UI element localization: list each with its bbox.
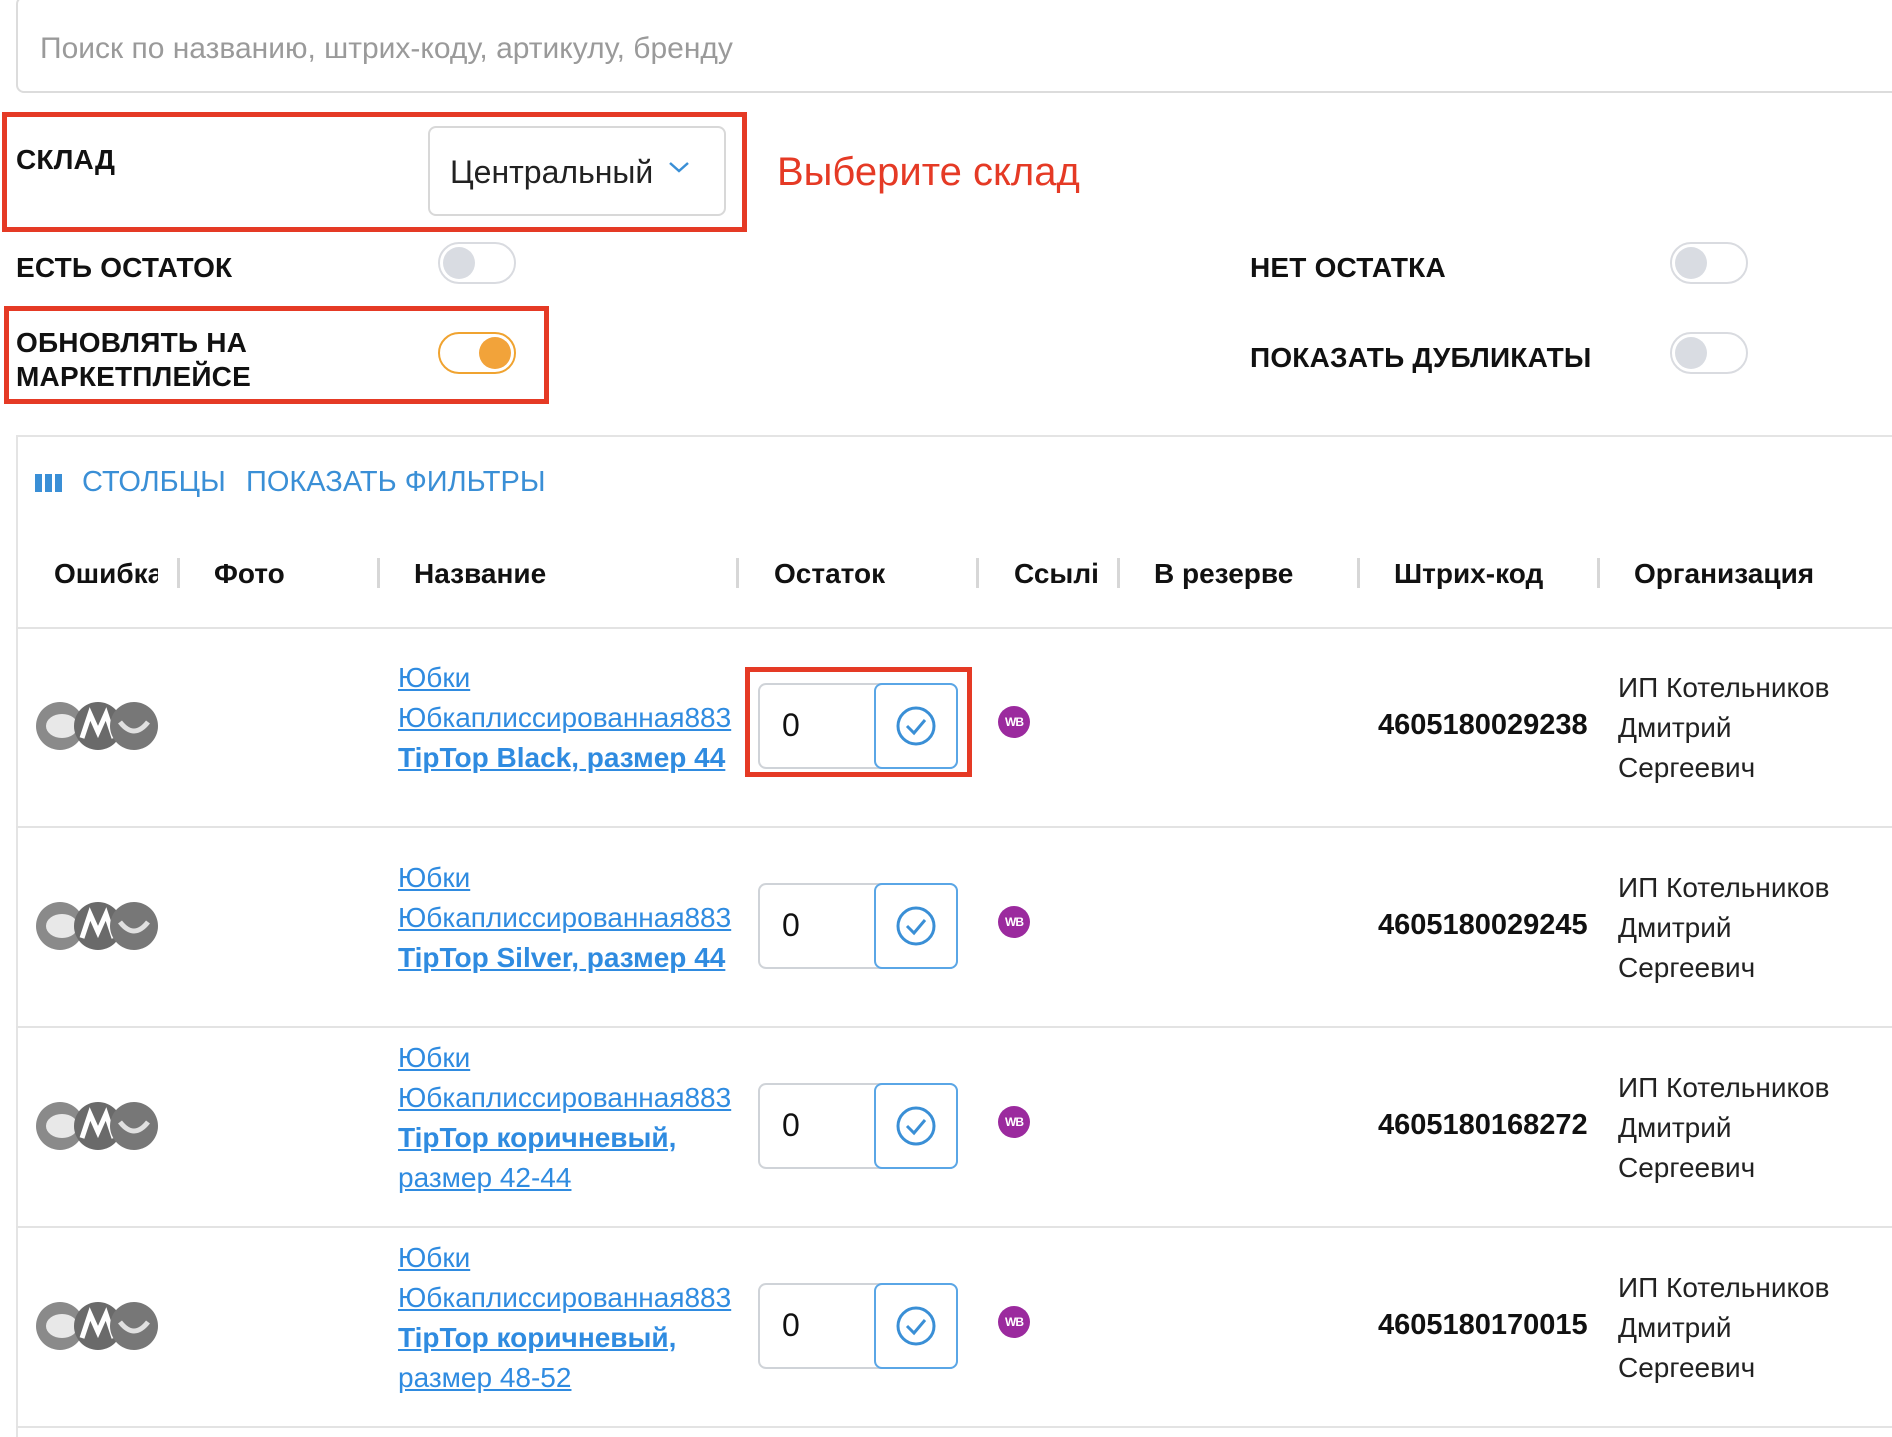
in-stock-toggle[interactable] (438, 242, 516, 284)
show-filters-button[interactable]: ПОКАЗАТЬ ФИЛЬТРЫ (246, 466, 546, 499)
stock-confirm-button[interactable] (874, 1283, 958, 1369)
product-size: размер 42-44 (398, 1162, 572, 1193)
organization-value: ИП Котельников Дмитрий Сергеевич (1618, 1268, 1888, 1388)
update-marketplace-label-line2: МАРКЕТПЛЕЙСЕ (16, 361, 251, 392)
column-divider[interactable] (1597, 558, 1600, 588)
update-marketplace-label: ОБНОВЛЯТЬ НА МАРКЕТПЛЕЙСЕ (16, 326, 251, 394)
error-status-icon (36, 902, 158, 950)
error-status-icon (36, 702, 158, 750)
organization-line: Дмитрий (1618, 1312, 1732, 1343)
column-divider[interactable] (1357, 558, 1360, 588)
show-duplicates-toggle[interactable] (1670, 332, 1748, 374)
organization-line: Дмитрий (1618, 712, 1732, 743)
stock-input[interactable]: 0 (758, 1283, 958, 1369)
organization-line: Дмитрий (1618, 912, 1732, 943)
column-divider[interactable] (736, 558, 739, 588)
stock-input[interactable]: 0 (758, 883, 958, 969)
stock-value: 0 (782, 1307, 800, 1343)
product-name-link[interactable]: Юбки Юбкаплиссированная883 TipTop коричн… (398, 1238, 738, 1398)
column-header-error[interactable]: Ошибка (54, 558, 158, 590)
wildberries-link-icon[interactable]: WB (998, 1106, 1030, 1138)
warehouse-label: СКЛАД (16, 144, 116, 175)
toggle-knob (1675, 337, 1707, 369)
organization-value: ИП Котельников Дмитрий Сергеевич (1618, 868, 1888, 988)
barcode-value: 4605180029238 (1378, 709, 1588, 741)
wildberries-link-icon[interactable]: WB (998, 1306, 1030, 1338)
no-stock-toggle[interactable] (1670, 242, 1748, 284)
toggle-knob (479, 337, 511, 369)
toggle-knob (443, 247, 475, 279)
column-header-photo[interactable]: Фото (214, 558, 285, 590)
organization-line: ИП Котельников (1618, 1072, 1830, 1103)
product-category: Юбки (398, 862, 471, 893)
organization-line: ИП Котельников (1618, 872, 1830, 903)
product-name-link[interactable]: Юбки Юбкаплиссированная883 TipTop Black,… (398, 658, 738, 778)
organization-line: Сергеевич (1618, 952, 1756, 983)
organization-value: ИП Котельников Дмитрий Сергеевич (1618, 1068, 1888, 1188)
product-category: Юбки (398, 1242, 471, 1273)
product-variant: TipTop Black, размер 44 (398, 742, 726, 773)
product-name-link[interactable]: Юбки Юбкаплиссированная883 TipTop коричн… (398, 1038, 738, 1198)
organization-line: ИП Котельников (1618, 672, 1830, 703)
update-marketplace-label-line1: ОБНОВЛЯТЬ НА (16, 327, 248, 358)
product-title: Юбкаплиссированная883 (398, 1082, 732, 1113)
column-header-name[interactable]: Название (414, 558, 546, 590)
check-circle-icon (896, 1306, 936, 1346)
column-header-barcode[interactable]: Штрих-код (1394, 558, 1543, 590)
organization-line: Дмитрий (1618, 1112, 1732, 1143)
organization-value: ИП Котельников Дмитрий Сергеевич (1618, 668, 1888, 788)
row-divider (16, 1426, 1892, 1428)
column-divider[interactable] (976, 558, 979, 588)
in-stock-label: ЕСТЬ ОСТАТОК (16, 252, 233, 283)
stock-confirm-button[interactable] (874, 1083, 958, 1169)
chevron-down-icon (669, 162, 689, 173)
search-placeholder: Поиск по названию, штрих-коду, артикулу,… (40, 32, 733, 65)
no-stock-label: НЕТ ОСТАТКА (1250, 252, 1446, 283)
product-variant: TipTop коричневый, (398, 1122, 677, 1153)
barcode-value: 4605180168272 (1378, 1109, 1588, 1141)
stock-confirm-button[interactable] (874, 883, 958, 969)
stock-value: 0 (782, 907, 800, 943)
warehouse-select-value: Центральный (450, 154, 654, 190)
product-variant: TipTop коричневый, (398, 1322, 677, 1353)
organization-line: ИП Котельников (1618, 1272, 1830, 1303)
column-header-link[interactable]: Ссылі (1014, 558, 1099, 590)
product-category: Юбки (398, 1042, 471, 1073)
check-circle-icon (896, 1106, 936, 1146)
organization-line: Сергеевич (1618, 1352, 1756, 1383)
error-status-icon (36, 1102, 158, 1150)
column-header-reserve[interactable]: В резерве (1154, 558, 1293, 590)
column-divider[interactable] (377, 558, 380, 588)
product-title: Юбкаплиссированная883 (398, 702, 732, 733)
wildberries-link-icon[interactable]: WB (998, 906, 1030, 938)
product-category: Юбки (398, 662, 471, 693)
barcode-value: 4605180170015 (1378, 1309, 1588, 1341)
columns-button[interactable]: СТОЛБЦЫ (82, 466, 226, 499)
update-marketplace-toggle[interactable] (438, 332, 516, 374)
warehouse-hint: Выберите склад (777, 150, 1080, 194)
stock-value: 0 (782, 1107, 800, 1143)
column-header-organization[interactable]: Организация (1634, 558, 1814, 590)
product-title: Юбкаплиссированная883 (398, 902, 732, 933)
error-status-icon (36, 1302, 158, 1350)
stock-input[interactable]: 0 (758, 1083, 958, 1169)
product-size: размер 48-52 (398, 1362, 572, 1393)
toggle-knob (1675, 247, 1707, 279)
column-divider[interactable] (177, 558, 180, 588)
columns-icon[interactable] (34, 472, 64, 494)
product-title: Юбкаплиссированная883 (398, 1282, 732, 1313)
barcode-value: 4605180029245 (1378, 909, 1588, 941)
stock-input-highlight-box (745, 667, 972, 777)
column-divider[interactable] (1117, 558, 1120, 588)
product-variant: TipTop Silver, размер 44 (398, 942, 726, 973)
organization-line: Сергеевич (1618, 752, 1756, 783)
check-circle-icon (896, 906, 936, 946)
show-duplicates-label: ПОКАЗАТЬ ДУБЛИКАТЫ (1250, 342, 1592, 373)
wildberries-link-icon[interactable]: WB (998, 706, 1030, 738)
organization-line: Сергеевич (1618, 1152, 1756, 1183)
product-name-link[interactable]: Юбки Юбкаплиссированная883 TipTop Silver… (398, 858, 738, 978)
column-header-stock[interactable]: Остаток (774, 558, 885, 590)
